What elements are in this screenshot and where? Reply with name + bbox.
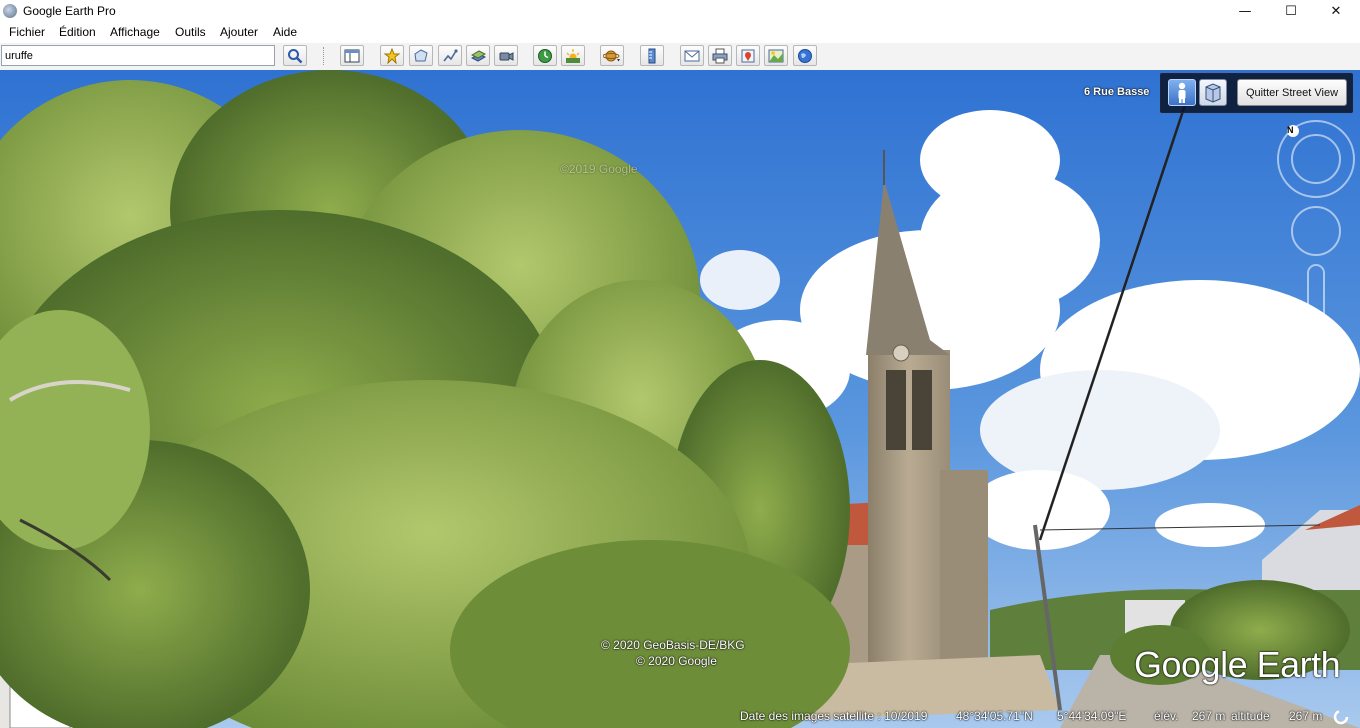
record-tour-icon xyxy=(499,51,514,61)
email-button[interactable] xyxy=(680,45,704,66)
planets-icon xyxy=(603,50,620,61)
window-title: Google Earth Pro xyxy=(23,4,116,18)
altitude-value: 267 m xyxy=(1289,709,1323,723)
record-tour-button[interactable] xyxy=(494,45,518,66)
search-icon xyxy=(288,48,303,63)
email-icon xyxy=(684,50,700,61)
cube-view-icon xyxy=(1205,83,1221,103)
pegman-icon xyxy=(1178,82,1186,103)
status-bar: Date des images satellite : 10/2019 48°3… xyxy=(740,708,1360,726)
menu-affichage[interactable]: Affichage xyxy=(110,25,160,39)
polygon-icon xyxy=(414,48,428,61)
ground-level-view-button[interactable] xyxy=(1199,79,1227,106)
print-button[interactable] xyxy=(708,45,732,66)
menu-aide[interactable]: Aide xyxy=(273,25,297,39)
historical-imagery-icon xyxy=(538,48,552,63)
title-bar: Google Earth Pro — ☐ ✕ xyxy=(0,0,1360,23)
street-address: 6 Rue Basse xyxy=(1084,86,1150,98)
add-polygon-button[interactable] xyxy=(409,45,433,66)
elevation-label: élév. xyxy=(1154,709,1179,723)
menu-edition[interactable]: Édition xyxy=(59,25,96,39)
menu-ajouter[interactable]: Ajouter xyxy=(220,25,258,39)
street-view-panel: Quitter Street View xyxy=(1160,73,1353,113)
tower-window xyxy=(912,370,932,450)
add-image-overlay-button[interactable] xyxy=(466,45,490,66)
search-button[interactable] xyxy=(283,45,307,66)
toolbar xyxy=(0,43,1360,71)
save-image-button[interactable] xyxy=(736,45,760,66)
planets-button[interactable] xyxy=(600,45,624,66)
google-earth-app-icon xyxy=(3,4,17,18)
print-icon xyxy=(712,48,728,63)
copyright-geobasis: © 2020 GeoBasis-DE/BKG xyxy=(601,638,745,652)
view-in-maps-button[interactable] xyxy=(764,45,788,66)
view-in-maps-icon xyxy=(768,49,784,62)
historical-imagery-button[interactable] xyxy=(533,45,557,66)
sunlight-button[interactable] xyxy=(561,45,585,66)
imagery-date: Date des images satellite : 10/2019 xyxy=(740,709,928,723)
latitude-readout: 48°34'05.71"N xyxy=(956,709,1033,723)
sidebar-toggle-button[interactable] xyxy=(340,45,364,66)
longitude-readout: 5°44'34.09"E xyxy=(1057,709,1127,723)
copyright-watermark-top: ©2019 Google xyxy=(560,162,638,176)
elevation-value: 267 m xyxy=(1192,709,1226,723)
ruler-icon xyxy=(648,48,656,63)
earth-icon xyxy=(798,48,812,63)
sunlight-icon xyxy=(566,48,580,63)
earth-button[interactable] xyxy=(793,45,817,66)
street-view-mode-button[interactable] xyxy=(1168,79,1196,106)
street-view-scene xyxy=(0,70,1360,728)
church-tower xyxy=(868,350,950,665)
minimize-button[interactable]: — xyxy=(1222,0,1268,23)
maximize-button[interactable]: ☐ xyxy=(1268,0,1314,23)
quit-street-view-button[interactable]: Quitter Street View xyxy=(1237,79,1347,106)
clock-icon xyxy=(892,344,910,362)
search-input[interactable] xyxy=(1,45,275,66)
add-path-button[interactable] xyxy=(438,45,462,66)
altitude-label: altitude xyxy=(1231,709,1270,723)
ruler-button[interactable] xyxy=(640,45,664,66)
add-placemark-button[interactable] xyxy=(380,45,404,66)
copyright-google: © 2020 Google xyxy=(636,654,717,668)
menu-fichier[interactable]: Fichier xyxy=(9,25,45,39)
sidebar-toggle-icon xyxy=(344,49,360,62)
streaming-progress-icon xyxy=(1333,709,1349,725)
street-view-viewport[interactable]: N ©2019 Google © 2020 GeoBasis-DE/BKG © … xyxy=(0,70,1360,728)
menu-outils[interactable]: Outils xyxy=(175,25,206,39)
save-image-icon xyxy=(741,49,755,62)
tower-window xyxy=(886,370,906,450)
image-overlay-icon xyxy=(470,49,486,62)
toolbar-separator xyxy=(323,47,325,65)
placemark-icon xyxy=(384,47,400,64)
google-earth-logo: Google Earth xyxy=(1134,644,1341,685)
menu-bar: Fichier Édition Affichage Outils Ajouter… xyxy=(0,23,1360,43)
church-buttress xyxy=(940,470,988,665)
compass-north-label: N xyxy=(1287,125,1294,135)
path-icon xyxy=(443,48,458,61)
close-button[interactable]: ✕ xyxy=(1313,0,1359,23)
